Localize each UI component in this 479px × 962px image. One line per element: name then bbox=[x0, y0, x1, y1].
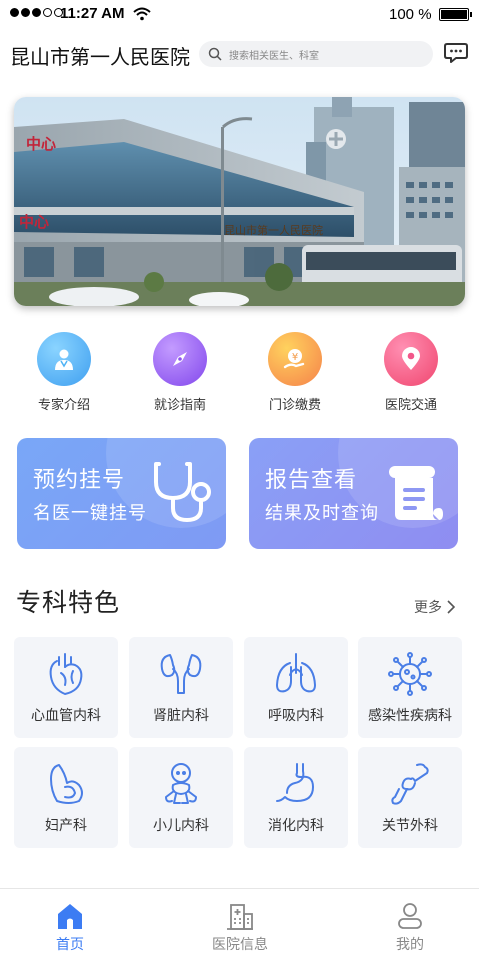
heart-icon bbox=[49, 653, 83, 695]
baby-icon bbox=[165, 763, 197, 804]
home-icon bbox=[58, 904, 82, 929]
section-title: 专科特色 bbox=[16, 588, 121, 617]
stomach-icon bbox=[276, 763, 314, 802]
virus-icon bbox=[388, 652, 432, 696]
hospital-building-photo: 中心 中心 昆山市第一人民医院 bbox=[14, 97, 465, 306]
tab-label: 我的 bbox=[396, 937, 424, 953]
chevron-right-icon bbox=[447, 600, 455, 614]
dept-orthopedics[interactable]: 关节外科 bbox=[358, 747, 462, 848]
report-card[interactable]: 报告查看 结果及时查询 bbox=[249, 438, 458, 549]
appointment-card[interactable]: 预约挂号 名医一键挂号 bbox=[17, 438, 226, 549]
dept-label: 呼吸内科 bbox=[268, 708, 324, 724]
search-input[interactable]: 搜索相关医生、科室 bbox=[199, 41, 433, 67]
tab-home[interactable]: 首页 bbox=[10, 889, 130, 962]
card-subtitle: 结果及时查询 bbox=[265, 503, 379, 524]
more-link[interactable]: 更多 bbox=[414, 597, 455, 617]
dept-cardiology[interactable]: 心血管内科 bbox=[14, 637, 118, 738]
quick-item-expert[interactable]: 专家介绍 bbox=[14, 330, 114, 415]
wifi-icon bbox=[133, 7, 151, 21]
compass-icon bbox=[153, 332, 207, 386]
dept-nephrology[interactable]: 肾脏内科 bbox=[129, 637, 233, 738]
dept-infectious[interactable]: 感染性疾病科 bbox=[358, 637, 462, 738]
dept-label: 关节外科 bbox=[382, 818, 438, 834]
card-title: 报告查看 bbox=[265, 468, 358, 493]
dept-label: 肾脏内科 bbox=[153, 708, 209, 724]
dept-obstetrics[interactable]: 妇产科 bbox=[14, 747, 118, 848]
search-placeholder: 搜索相关医生、科室 bbox=[229, 51, 319, 62]
status-time: 11:27 AM bbox=[60, 5, 125, 22]
hospital-icon bbox=[227, 904, 253, 930]
quick-item-label: 医院交通 bbox=[384, 398, 437, 413]
dept-pediatrics[interactable]: 小儿内科 bbox=[129, 747, 233, 848]
user-icon bbox=[398, 903, 422, 929]
doctor-icon bbox=[37, 332, 91, 386]
svg-text:昆山市第一人民医院: 昆山市第一人民医院 bbox=[224, 223, 323, 237]
banner-hospital-image[interactable]: 中心 中心 昆山市第一人民医院 bbox=[14, 97, 465, 306]
location-pin-icon bbox=[384, 332, 438, 386]
dept-gastro[interactable]: 消化内科 bbox=[244, 747, 348, 848]
page-title: 昆山市第一人民医院 bbox=[10, 45, 190, 69]
tab-label: 首页 bbox=[56, 937, 84, 953]
tab-profile[interactable]: 我的 bbox=[350, 889, 470, 962]
header: 昆山市第一人民医院 搜索相关医生、科室 bbox=[0, 38, 479, 70]
quick-item-payment[interactable]: ¥ 门诊缴费 bbox=[245, 330, 345, 415]
dept-label: 小儿内科 bbox=[153, 818, 209, 834]
lungs-icon bbox=[276, 653, 316, 693]
report-scroll-icon bbox=[389, 466, 443, 520]
dept-label: 消化内科 bbox=[268, 818, 324, 834]
stethoscope-icon bbox=[154, 462, 211, 523]
search-icon bbox=[208, 47, 222, 61]
tab-bar: 首页 医院信息 我的 bbox=[0, 888, 479, 962]
quick-menu: 专家介绍 就诊指南 ¥ 门诊缴费 医院交通 bbox=[0, 330, 479, 415]
battery-icon bbox=[439, 8, 472, 21]
quick-item-label: 就诊指南 bbox=[153, 398, 206, 413]
kidney-icon bbox=[160, 654, 202, 694]
card-subtitle: 名医一键挂号 bbox=[33, 503, 147, 524]
dept-label: 妇产科 bbox=[45, 818, 87, 834]
dept-label: 感染性疾病科 bbox=[368, 708, 452, 724]
quick-item-label: 专家介绍 bbox=[37, 398, 90, 413]
status-bar: 11:27 AM 100 % bbox=[0, 0, 479, 30]
joint-icon bbox=[391, 763, 429, 805]
sign-text: 中心 bbox=[26, 135, 56, 153]
quick-item-guide[interactable]: 就诊指南 bbox=[130, 330, 230, 415]
card-title: 预约挂号 bbox=[33, 468, 126, 493]
tab-hospital-info[interactable]: 医院信息 bbox=[180, 889, 300, 962]
svg-text:¥: ¥ bbox=[292, 352, 298, 363]
message-icon[interactable] bbox=[444, 42, 468, 64]
tab-label: 医院信息 bbox=[212, 937, 268, 953]
signal-dots-icon bbox=[10, 8, 63, 17]
dept-label: 心血管内科 bbox=[31, 708, 101, 724]
quick-item-label: 门诊缴费 bbox=[268, 398, 321, 413]
svg-text:中心: 中心 bbox=[19, 213, 49, 231]
payment-icon: ¥ bbox=[268, 332, 322, 386]
dept-respiratory[interactable]: 呼吸内科 bbox=[244, 637, 348, 738]
more-label: 更多 bbox=[414, 600, 442, 616]
battery-percent: 100 % bbox=[389, 6, 432, 23]
pregnancy-icon bbox=[50, 764, 83, 804]
quick-item-traffic[interactable]: 医院交通 bbox=[361, 330, 461, 415]
